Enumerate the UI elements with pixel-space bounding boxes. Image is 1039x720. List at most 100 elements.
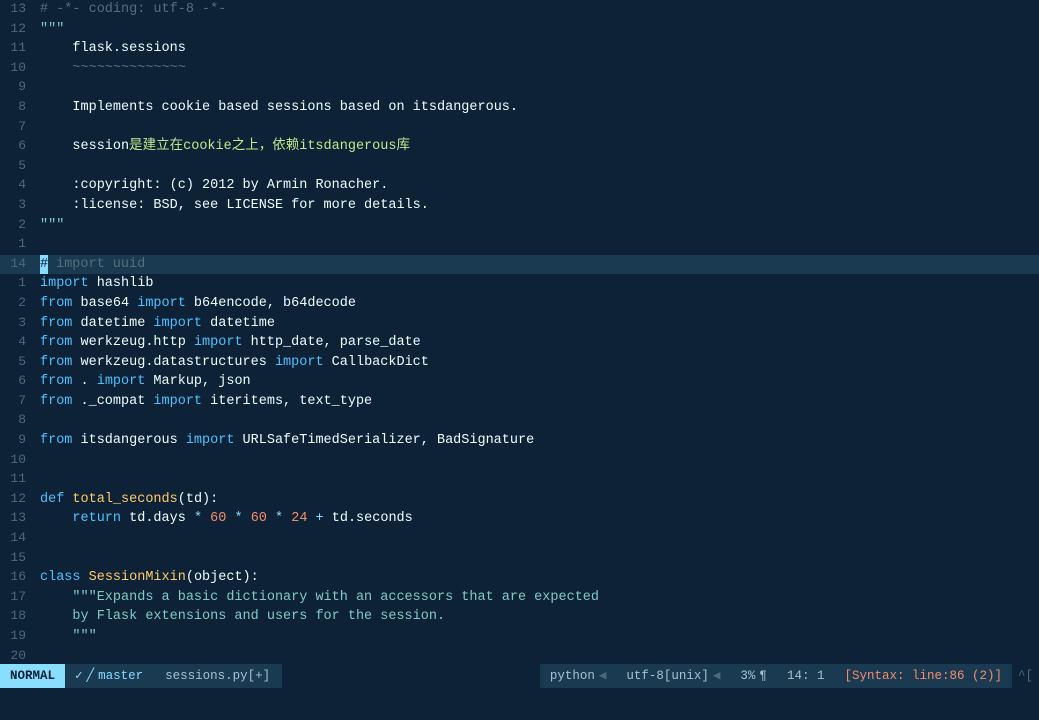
line-number: 1 (0, 274, 36, 293)
table-row: 9 (0, 78, 1039, 98)
table-row: 11 (0, 470, 1039, 490)
table-row: 16class SessionMixin(object): (0, 568, 1039, 588)
table-row: 15 (0, 549, 1039, 569)
line-number: 8 (0, 411, 36, 430)
line-number: 6 (0, 372, 36, 391)
line-content: from itsdangerous import URLSafeTimedSer… (36, 431, 1039, 451)
line-content: by Flask extensions and users for the se… (36, 607, 1039, 627)
table-row: 4 :copyright: (c) 2012 by Armin Ronacher… (0, 176, 1039, 196)
table-row: 10 (0, 451, 1039, 471)
line-number: 13 (0, 0, 36, 19)
line-number: 7 (0, 392, 36, 411)
table-row: 17 """Expands a basic dictionary with an… (0, 588, 1039, 608)
table-row: 13 return td.days * 60 * 60 * 24 + td.se… (0, 509, 1039, 529)
table-row: 19 """ (0, 627, 1039, 647)
line-number: 12 (0, 20, 36, 39)
line-number: 18 (0, 607, 36, 626)
line-content: from ._compat import iteritems, text_typ… (36, 392, 1039, 412)
line-content: from . import Markup, json (36, 372, 1039, 392)
cursor-position: 14: 1 (777, 664, 835, 688)
line-content: :license: BSD, see LICENSE for more deta… (36, 196, 1039, 216)
line-number: 11 (0, 39, 36, 58)
line-content: """Expands a basic dictionary with an ac… (36, 588, 1039, 608)
scroll-percent: 3% ¶ (730, 664, 777, 688)
line-content: from werkzeug.http import http_date, par… (36, 333, 1039, 353)
line-content: def total_seconds(td): (36, 490, 1039, 510)
table-row: 11 flask.sessions (0, 39, 1039, 59)
table-row: 9from itsdangerous import URLSafeTimedSe… (0, 431, 1039, 451)
encoding-indicator: utf-8[unix] ◀ (616, 664, 730, 688)
line-number: 14 (0, 255, 36, 274)
line-number: 11 (0, 470, 36, 489)
line-number: 3 (0, 196, 36, 215)
line-content: ~~~~~~~~~~~~~~ (36, 59, 1039, 79)
filetype-indicator: python ◀ (540, 664, 617, 688)
mode-indicator: NORMAL (0, 664, 65, 688)
table-row: 12""" (0, 20, 1039, 40)
table-row: 6 session是建立在cookie之上，依赖itsdangerous库 (0, 137, 1039, 157)
line-number: 5 (0, 353, 36, 372)
line-number: 8 (0, 98, 36, 117)
statusbar: NORMAL ✓ ╱ master sessions.py[+] python … (0, 664, 1039, 688)
line-content: import hashlib (36, 274, 1039, 294)
table-row: 2from base64 import b64encode, b64decode (0, 294, 1039, 314)
line-number: 2 (0, 294, 36, 313)
line-content: """ (36, 20, 1039, 40)
line-content: flask.sessions (36, 39, 1039, 59)
line-number: 9 (0, 78, 36, 97)
line-content: session是建立在cookie之上，依赖itsdangerous库 (36, 137, 1039, 157)
filename: sessions.py[+] (153, 664, 282, 688)
table-row: 6from . import Markup, json (0, 372, 1039, 392)
line-number: 3 (0, 314, 36, 333)
line-number: 17 (0, 588, 36, 607)
line-content: from werkzeug.datastructures import Call… (36, 353, 1039, 373)
table-row: 8 Implements cookie based sessions based… (0, 98, 1039, 118)
line-number: 10 (0, 451, 36, 470)
syntax-info: [Syntax: line:86 (2)] (834, 664, 1012, 688)
line-number: 16 (0, 568, 36, 587)
cursor-block: # (40, 255, 48, 275)
table-row: 3from datetime import datetime (0, 314, 1039, 334)
line-content: return td.days * 60 * 60 * 24 + td.secon… (36, 509, 1039, 529)
command-area: ^[ (1012, 664, 1039, 688)
line-content: class SessionMixin(object): (36, 568, 1039, 588)
line-content: # -*- coding: utf-8 -*- (36, 0, 1039, 20)
line-number: 12 (0, 490, 36, 509)
table-row: 7 (0, 118, 1039, 138)
code-area: 13# -*- coding: utf-8 -*-12"""11 flask.s… (0, 0, 1039, 664)
table-row: 1 (0, 235, 1039, 255)
table-row: 2""" (0, 216, 1039, 236)
table-row: 18 by Flask extensions and users for the… (0, 607, 1039, 627)
table-row: 5 (0, 157, 1039, 177)
line-content: Implements cookie based sessions based o… (36, 98, 1039, 118)
line-number: 6 (0, 137, 36, 156)
table-row: 1import hashlib (0, 274, 1039, 294)
slash-icon: ╱ (87, 667, 95, 685)
table-row: 14 (0, 529, 1039, 549)
spacer (282, 664, 540, 688)
table-row: 20 (0, 647, 1039, 664)
table-row: 12def total_seconds(td): (0, 490, 1039, 510)
line-number: 1 (0, 235, 36, 254)
table-row: 5from werkzeug.datastructures import Cal… (0, 353, 1039, 373)
line-number: 20 (0, 647, 36, 664)
line-number: 9 (0, 431, 36, 450)
line-number: 5 (0, 157, 36, 176)
line-number: 10 (0, 59, 36, 78)
line-content: from datetime import datetime (36, 314, 1039, 334)
table-row: 4from werkzeug.http import http_date, pa… (0, 333, 1039, 353)
table-row: 14# import uuid (0, 255, 1039, 275)
table-row: 10 ~~~~~~~~~~~~~~ (0, 59, 1039, 79)
table-row: 8 (0, 411, 1039, 431)
checkmark-icon: ✓ (75, 667, 83, 685)
editor: 13# -*- coding: utf-8 -*-12"""11 flask.s… (0, 0, 1039, 688)
line-number: 15 (0, 549, 36, 568)
table-row: 7from ._compat import iteritems, text_ty… (0, 392, 1039, 412)
line-content: # import uuid (36, 255, 1039, 275)
line-number: 2 (0, 216, 36, 235)
line-number: 4 (0, 333, 36, 352)
line-number: 13 (0, 509, 36, 528)
table-row: 13# -*- coding: utf-8 -*- (0, 0, 1039, 20)
line-number: 4 (0, 176, 36, 195)
line-number: 14 (0, 529, 36, 548)
